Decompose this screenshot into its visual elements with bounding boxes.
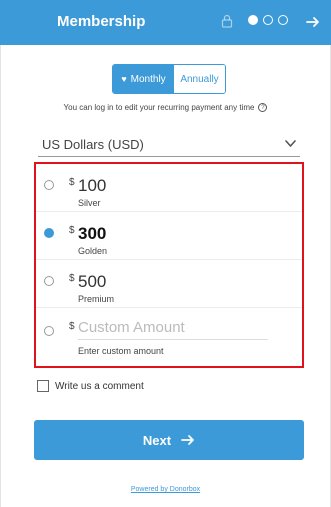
comment-option[interactable]: Write us a comment	[37, 379, 144, 393]
currency-value: US Dollars (USD)	[42, 137, 144, 152]
donorbox-link[interactable]: Powered by Donorbox	[131, 486, 200, 493]
header-bar: Membership	[0, 0, 331, 45]
step-dot-2	[263, 15, 273, 25]
amount-options: $ 100 Silver $ 300 Golden $ 500 Premium …	[34, 162, 304, 368]
powered-by: Powered by Donorbox	[0, 486, 331, 493]
monthly-button[interactable]: ♥ Monthly	[113, 65, 174, 93]
custom-amount-hint: Enter custom amount	[78, 346, 164, 356]
currency-sign: $	[69, 273, 75, 284]
step-dot-1	[248, 15, 258, 25]
monthly-label: Monthly	[130, 73, 166, 85]
arrow-right-icon	[181, 435, 194, 445]
radio-300[interactable]	[44, 228, 54, 238]
heart-icon: ♥	[121, 74, 127, 84]
currency-sign: $	[69, 225, 75, 236]
step-dot-3	[278, 15, 288, 25]
page-title: Membership	[57, 13, 146, 30]
radio-100[interactable]	[44, 180, 54, 190]
amount-value: 300	[78, 224, 107, 243]
comment-label: Write us a comment	[55, 380, 144, 392]
currency-sign: $	[69, 321, 75, 332]
annually-label: Annually	[180, 73, 219, 85]
radio-500[interactable]	[44, 276, 54, 286]
tier-label: Silver	[78, 198, 101, 208]
currency-select[interactable]: US Dollars (USD)	[38, 133, 300, 157]
step-indicator	[248, 15, 288, 25]
recurring-info: You can log in to edit your recurring pa…	[0, 103, 331, 113]
amount-option-500[interactable]: $ 500 Premium	[36, 260, 302, 308]
tier-label: Golden	[78, 246, 108, 256]
comment-checkbox[interactable]	[37, 380, 49, 392]
custom-amount-input[interactable]: Custom Amount	[78, 319, 268, 340]
currency-sign: $	[69, 177, 75, 188]
amount-option-100[interactable]: $ 100 Silver	[36, 164, 302, 212]
chevron-down-icon	[285, 140, 296, 147]
next-label: Next	[142, 432, 172, 448]
lock-icon	[221, 14, 233, 28]
amount-value: 100	[78, 176, 107, 195]
annually-button[interactable]: Annually	[174, 65, 225, 93]
question-icon[interactable]: ?	[258, 103, 268, 113]
frame-border-left	[0, 45, 1, 507]
radio-custom[interactable]	[44, 326, 54, 336]
amount-value: 500	[78, 272, 107, 291]
next-button[interactable]: Next	[34, 420, 304, 460]
amount-option-300[interactable]: $ 300 Golden	[36, 212, 302, 260]
tier-label: Premium	[78, 294, 115, 304]
arrow-right-icon[interactable]	[305, 14, 321, 30]
frequency-toggle: ♥ Monthly Annually	[112, 64, 226, 94]
recurring-info-text: You can log in to edit your recurring pa…	[63, 103, 255, 112]
